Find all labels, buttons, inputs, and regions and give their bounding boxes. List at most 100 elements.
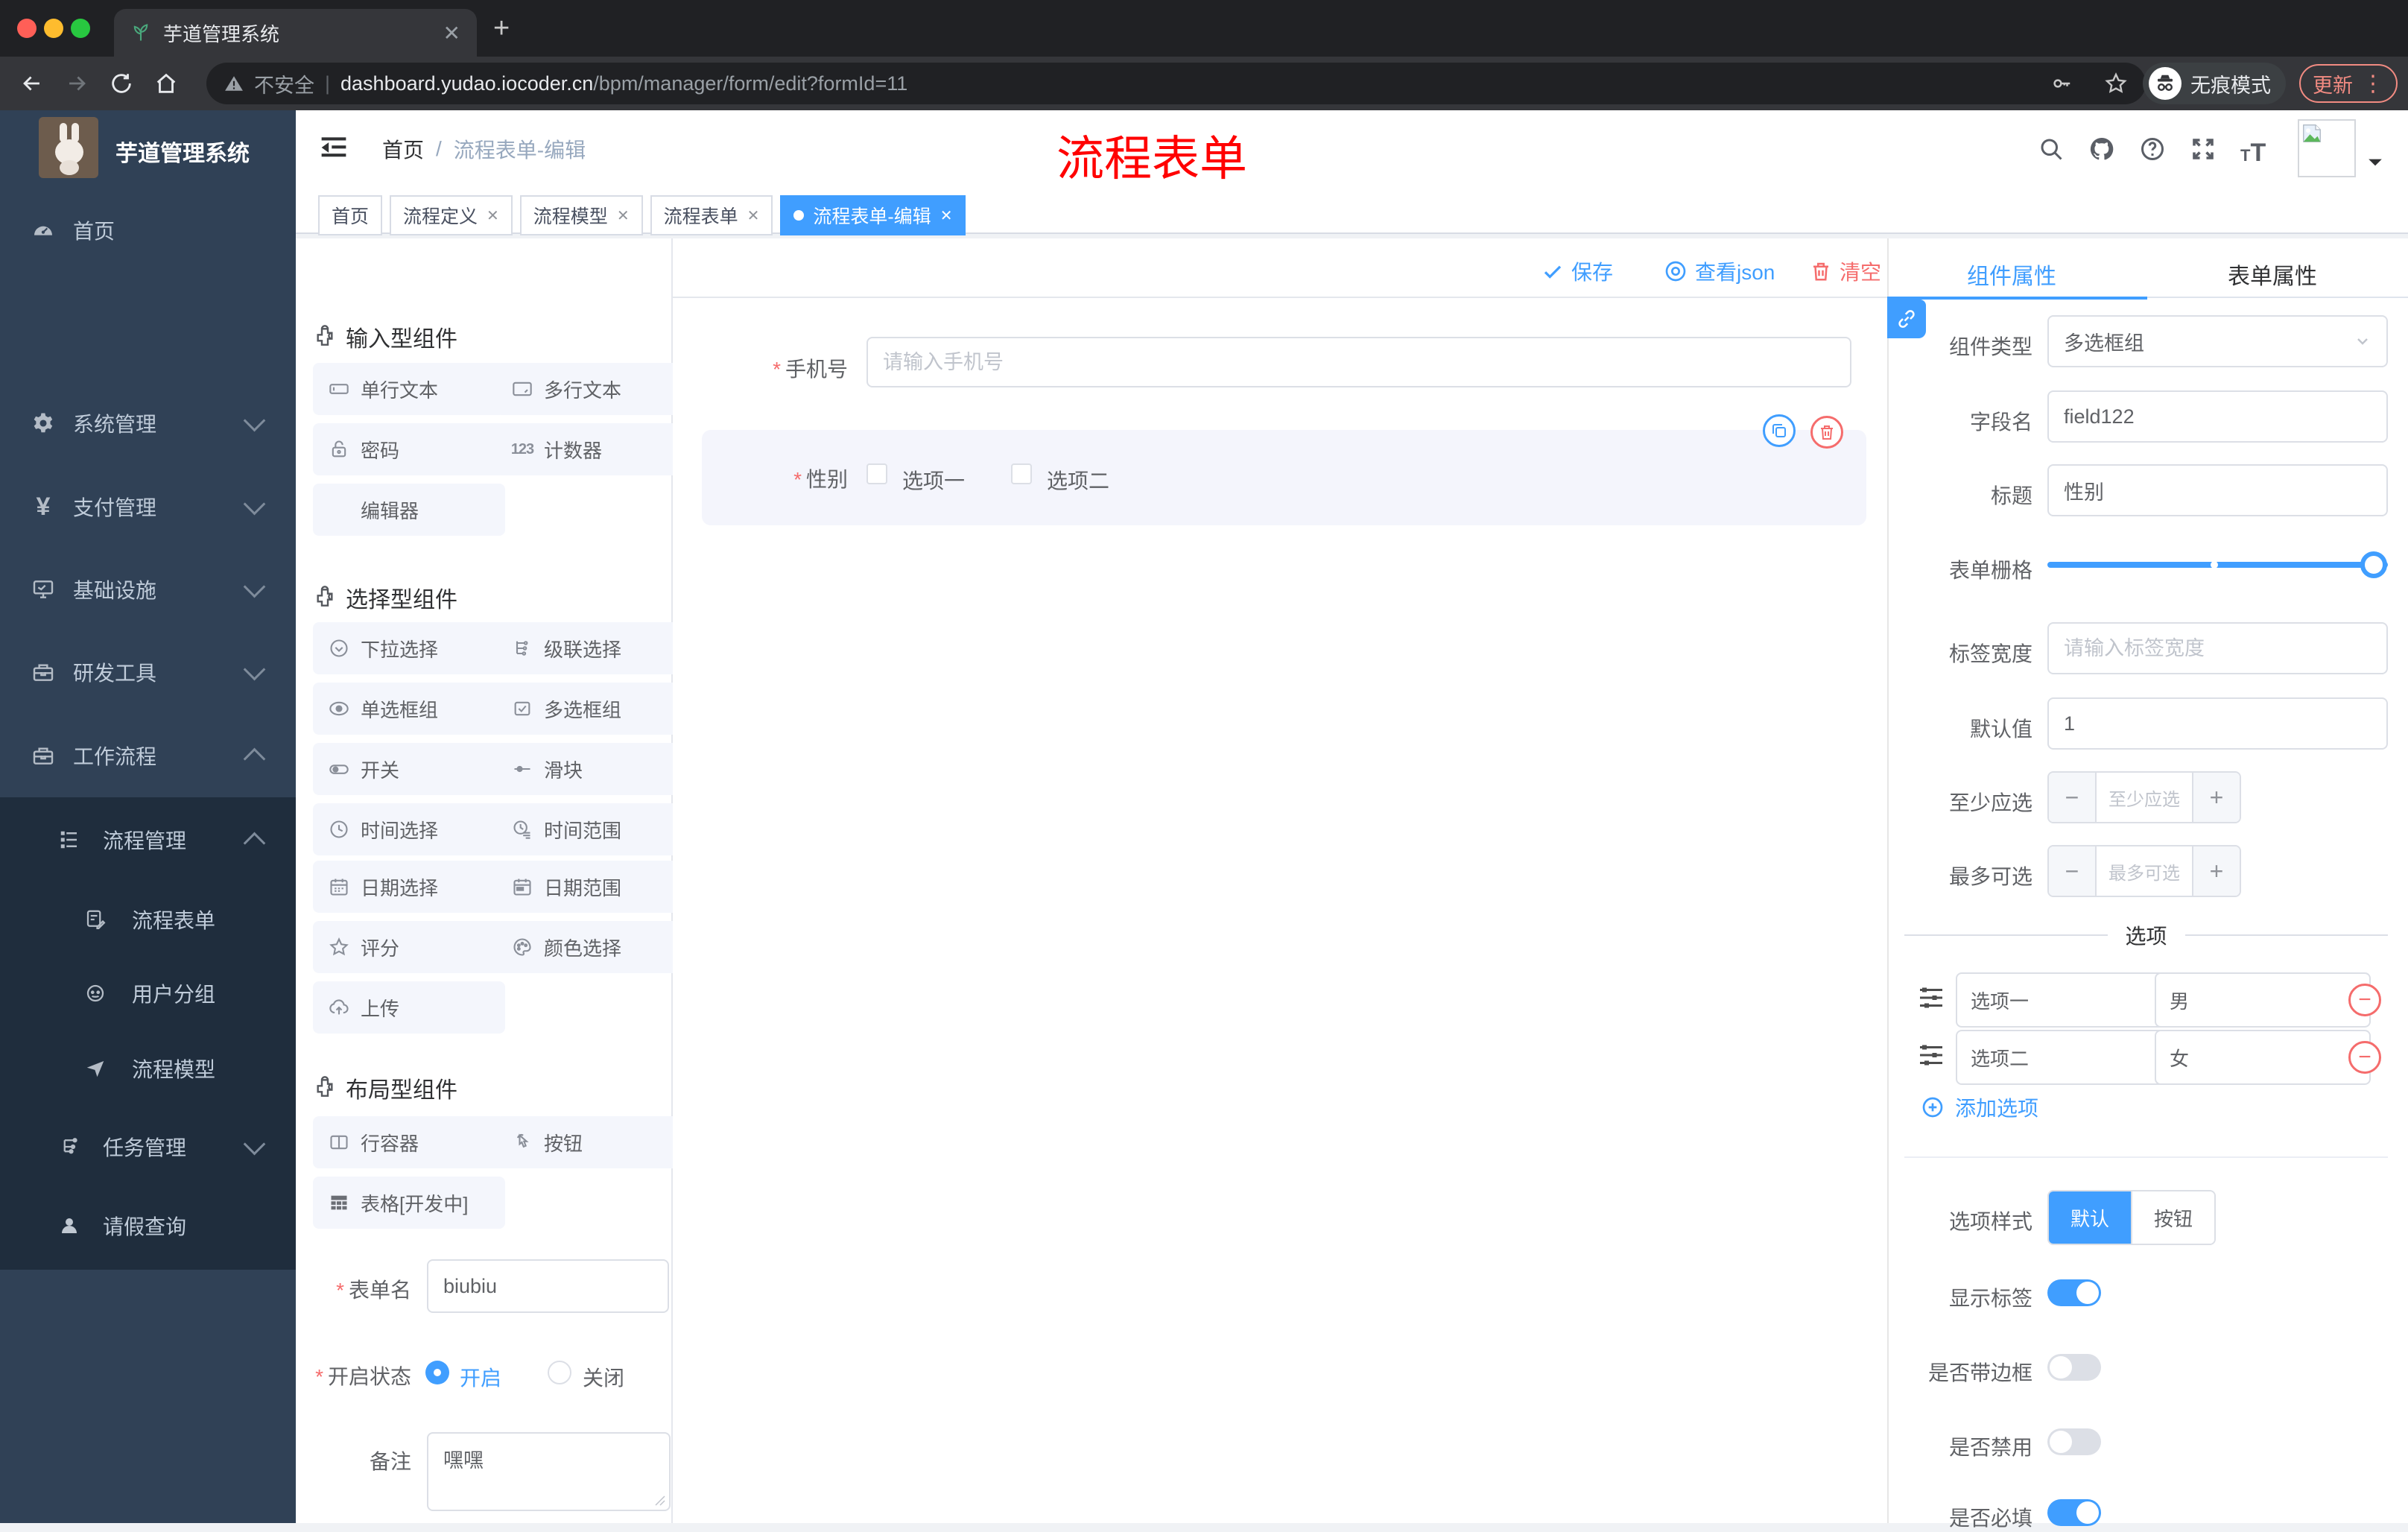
add-option-button[interactable]: 添加选项 [1921, 1092, 2038, 1122]
tag-home[interactable]: 首页 [318, 195, 383, 235]
tab-component-props[interactable]: 组件属性 [1967, 258, 2056, 291]
home-icon[interactable] [153, 71, 179, 96]
avatar-caret-down-icon[interactable] [2367, 156, 2383, 168]
option1-value-input[interactable]: 男 [2155, 972, 2371, 1028]
status-on-radio[interactable] [425, 1361, 449, 1384]
close-icon[interactable]: ✕ [940, 206, 953, 225]
close-icon[interactable]: ✕ [747, 206, 760, 225]
macos-minimize-button[interactable] [44, 19, 63, 38]
password-key-icon[interactable] [2050, 72, 2073, 95]
component-date-range[interactable]: 日期范围 [496, 861, 683, 913]
tag-process-form-edit[interactable]: 流程表单-编辑 ✕ [780, 195, 966, 235]
option2-drag-handle[interactable] [1918, 1042, 1945, 1068]
minus-button[interactable]: − [2049, 846, 2095, 896]
component-button[interactable]: 按钮 [496, 1116, 683, 1168]
component-dropdown[interactable]: 下拉选择 [313, 622, 505, 674]
component-editor[interactable]: 编辑器 [313, 484, 505, 536]
plus-button[interactable]: + [2193, 846, 2240, 896]
minus-button[interactable]: − [2049, 773, 2095, 822]
view-json-button[interactable]: 查看json [1664, 256, 1775, 286]
component-switch[interactable]: 开关 [313, 743, 505, 795]
sidebar-item-process-mgmt[interactable]: 流程管理 [0, 810, 296, 870]
component-time-picker[interactable]: 时间选择 [313, 803, 505, 855]
form-remark-textarea[interactable]: 嘿嘿 [427, 1432, 671, 1511]
sidebar-item-process-form[interactable]: 流程表单 [0, 890, 296, 949]
component-multi-text[interactable]: 多行文本 [496, 363, 683, 415]
forward-icon[interactable] [64, 71, 89, 96]
status-on-label[interactable]: 开启 [460, 1362, 501, 1392]
component-radio-group[interactable]: 单选框组 [313, 683, 505, 735]
macos-close-button[interactable] [17, 19, 37, 38]
component-single-text[interactable]: 单行文本 [313, 363, 505, 415]
option2-label-input[interactable]: 选项二 [1956, 1030, 2176, 1085]
fullscreen-icon[interactable] [2190, 136, 2217, 162]
sidebar-item-task-mgmt[interactable]: 任务管理 [0, 1117, 296, 1177]
browser-menu-update[interactable]: 更新 ⋮ [2299, 64, 2398, 103]
close-icon[interactable]: ✕ [487, 206, 499, 225]
component-rate[interactable]: 评分 [313, 921, 505, 973]
tab-form-props[interactable]: 表单属性 [2228, 258, 2317, 291]
tab-close-icon[interactable]: ✕ [443, 21, 460, 45]
plus-button[interactable]: + [2193, 773, 2240, 822]
grid-slider-handle[interactable] [2360, 551, 2387, 578]
sidebar-item-system[interactable]: 系统管理 [0, 393, 296, 453]
sidebar-collapse-icon[interactable] [321, 136, 346, 159]
avatar[interactable] [2298, 119, 2356, 177]
save-button[interactable]: 保存 [1542, 256, 1613, 286]
prop-field-input[interactable] [2047, 390, 2388, 443]
status-off-label[interactable]: 关闭 [583, 1362, 624, 1392]
option2-value-input[interactable]: 女 [2155, 1030, 2371, 1085]
prop-title-input[interactable] [2047, 464, 2388, 516]
browser-tab[interactable]: 芋道管理系统 ✕ [114, 9, 477, 57]
component-color-picker[interactable]: 颜色选择 [496, 921, 683, 973]
search-icon[interactable] [2038, 136, 2065, 162]
option1-label-input[interactable]: 选项一 [1956, 972, 2176, 1028]
back-icon[interactable] [19, 71, 45, 96]
new-tab-button[interactable]: + [493, 14, 510, 42]
tag-process-form[interactable]: 流程表单 ✕ [650, 195, 773, 235]
resize-handle[interactable] [654, 1495, 666, 1507]
sidebar-item-infrastructure[interactable]: 基础设施 [0, 560, 296, 619]
prop-width-input[interactable] [2047, 622, 2388, 674]
gender-option2-checkbox[interactable] [1011, 463, 1032, 484]
gender-option1-label[interactable]: 选项一 [902, 465, 965, 495]
duplicate-component-button[interactable] [1763, 414, 1796, 447]
delete-component-button[interactable] [1810, 416, 1843, 449]
clear-button[interactable]: 清空 [1810, 256, 1881, 286]
bookmark-star-icon[interactable] [2104, 72, 2128, 95]
sidebar-item-workflow[interactable]: 工作流程 [0, 726, 296, 785]
reload-icon[interactable] [109, 71, 134, 96]
component-cascader[interactable]: 级联选择 [496, 622, 683, 674]
tag-process-model[interactable]: 流程模型 ✕ [519, 195, 643, 235]
phone-field-input[interactable] [866, 337, 1851, 387]
component-upload[interactable]: 上传 [313, 981, 505, 1034]
prop-max-stepper[interactable]: − 最多可选 + [2047, 845, 2241, 897]
sidebar-item-payment[interactable]: ¥ 支付管理 [0, 477, 296, 536]
help-icon[interactable] [2139, 136, 2166, 162]
option1-remove-button[interactable]: − [2348, 984, 2381, 1016]
breadcrumb-home[interactable]: 首页 [382, 134, 424, 164]
component-checkbox-group[interactable]: 多选框组 [496, 683, 683, 735]
sidebar-item-home[interactable]: 首页 [0, 200, 296, 260]
tag-process-definition[interactable]: 流程定义 ✕ [390, 195, 513, 235]
component-slider[interactable]: 滑块 [496, 743, 683, 795]
component-row-container[interactable]: 行容器 [313, 1116, 505, 1168]
option2-remove-button[interactable]: − [2348, 1041, 2381, 1074]
gender-option1-checkbox[interactable] [866, 463, 887, 484]
style-default-button[interactable]: 默认 [2049, 1191, 2131, 1244]
required-switch[interactable] [2047, 1499, 2101, 1526]
disabled-switch[interactable] [2047, 1428, 2101, 1455]
sidebar-item-process-model[interactable]: 流程模型 [0, 1039, 296, 1098]
sidebar-item-user-group[interactable]: 用户分组 [0, 963, 296, 1023]
component-counter[interactable]: 123 计数器 [496, 423, 683, 475]
min-value-input[interactable]: 至少应选 [2095, 773, 2193, 822]
show-label-switch[interactable] [2047, 1279, 2101, 1306]
style-button-button[interactable]: 按钮 [2131, 1191, 2214, 1244]
component-date-picker[interactable]: 日期选择 [313, 861, 505, 913]
font-size-icon[interactable]: TT [2240, 139, 2266, 168]
address-bar[interactable]: 不安全 | dashboard.yudao.iocoder.cn/bpm/man… [206, 63, 2146, 104]
prop-default-input[interactable] [2047, 697, 2388, 750]
gender-option2-label[interactable]: 选项二 [1047, 465, 1109, 495]
form-name-input[interactable] [427, 1259, 669, 1313]
close-icon[interactable]: ✕ [617, 206, 630, 225]
